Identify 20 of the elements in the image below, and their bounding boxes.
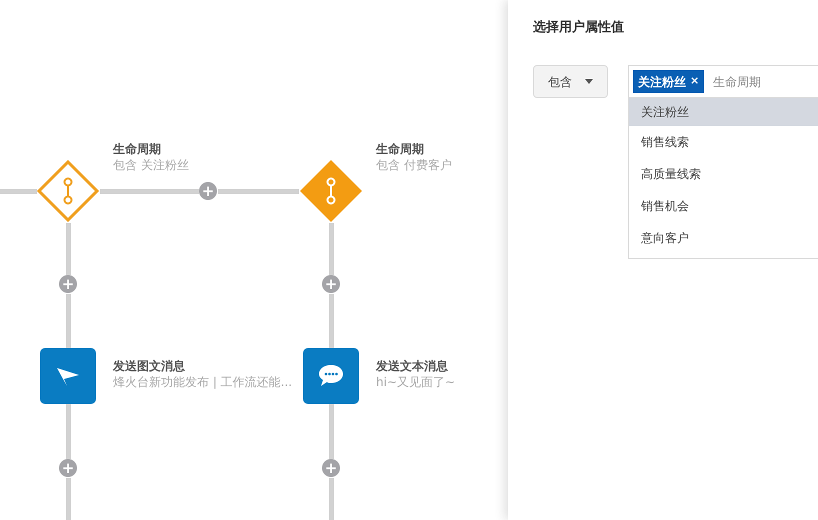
- text-message-node[interactable]: [303, 348, 359, 404]
- caret-icon: [585, 79, 593, 84]
- node-title: 发送文本消息: [376, 358, 448, 374]
- speech-bubble-icon: [317, 363, 345, 389]
- tag-label: 关注粉丝: [638, 74, 686, 90]
- node-subtitle: 包含 关注粉丝: [113, 157, 189, 173]
- tag-input-field[interactable]: 生命周期: [713, 72, 794, 90]
- operator-select[interactable]: 包含: [533, 65, 608, 98]
- tag-remove-button[interactable]: ×: [690, 73, 700, 90]
- condition-node[interactable]: [299, 159, 363, 223]
- node-subtitle: hi~又见面了~: [376, 374, 456, 390]
- news-message-node[interactable]: [40, 348, 96, 404]
- panel-title: 选择用户属性值: [533, 18, 625, 37]
- dropdown-option[interactable]: 关注粉丝: [629, 98, 818, 126]
- node-title: 生命周期: [376, 141, 424, 157]
- condition-node[interactable]: [36, 159, 100, 223]
- node-title: 生命周期: [113, 141, 161, 157]
- node-title: 发送图文消息: [113, 358, 185, 374]
- node-subtitle: 包含 付费客户: [376, 157, 452, 173]
- node-subtitle: 烽火台新功能发布 | 工作流还能...: [113, 374, 292, 390]
